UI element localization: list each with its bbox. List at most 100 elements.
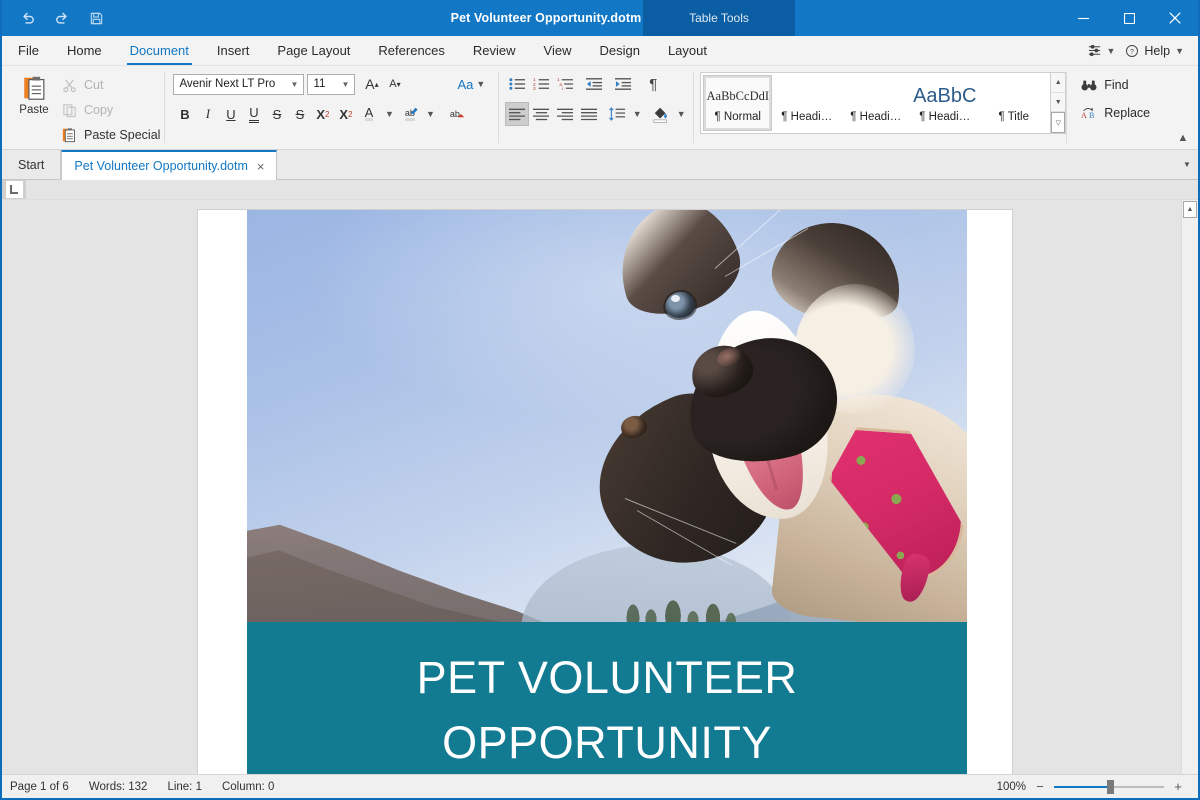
styles-gallery[interactable]: AaBbCcDdI ¶ Normal ¶ Headi… ¶ Headi… AaB… xyxy=(700,72,1051,134)
tab-stop-selector[interactable] xyxy=(2,180,26,199)
undo-icon[interactable] xyxy=(16,6,40,30)
highlight-button[interactable]: ab xyxy=(398,103,421,126)
style-item-title[interactable]: ¶ Title xyxy=(979,75,1048,131)
tab-document[interactable]: Document xyxy=(116,36,203,65)
font-name-combobox[interactable]: Avenir Next LT Pro ▼ xyxy=(173,74,304,95)
double-underline-button[interactable]: U xyxy=(242,103,265,126)
tab-file[interactable]: File xyxy=(2,36,53,65)
tab-design[interactable]: Design xyxy=(585,36,653,65)
collapse-ribbon-button[interactable]: ▲ xyxy=(1174,130,1192,146)
ribbon-display-options-button[interactable]: ▼ xyxy=(1083,43,1119,58)
cut-button[interactable]: Cut xyxy=(58,74,164,96)
tab-references[interactable]: References xyxy=(364,36,458,65)
justify-button[interactable] xyxy=(577,102,601,126)
chevron-down-icon: ▼ xyxy=(1183,160,1191,169)
style-item-normal[interactable]: AaBbCcDdI ¶ Normal xyxy=(703,75,772,131)
bold-button[interactable]: B xyxy=(173,103,196,126)
shrink-font-button[interactable]: A▾ xyxy=(383,73,406,96)
tab-insert[interactable]: Insert xyxy=(203,36,264,65)
tab-page-layout[interactable]: Page Layout xyxy=(263,36,364,65)
document-tabs-overflow-button[interactable]: ▼ xyxy=(1176,150,1198,179)
superscript-label: X xyxy=(316,107,325,122)
bold-label: B xyxy=(180,107,189,122)
styles-more-icon[interactable]: ▽ xyxy=(1051,112,1065,133)
tab-open-document[interactable]: Pet Volunteer Opportunity.dotm × xyxy=(61,150,277,180)
align-left-button[interactable] xyxy=(505,102,529,126)
tab-review[interactable]: Review xyxy=(459,36,530,65)
clear-formatting-button[interactable]: ab xyxy=(443,103,466,126)
zoom-out-button[interactable]: − xyxy=(1034,779,1046,794)
close-icon[interactable]: × xyxy=(257,160,265,173)
zoom-slider[interactable] xyxy=(1054,780,1164,794)
underline-button[interactable]: U xyxy=(219,103,242,126)
grow-font-button[interactable]: A▴ xyxy=(360,73,383,96)
paste-special-button[interactable]: Paste Special xyxy=(58,124,164,146)
line-spacing-dropdown[interactable]: ▼ xyxy=(629,102,645,126)
shading-button[interactable] xyxy=(649,102,673,126)
increase-indent-icon xyxy=(615,77,632,91)
zoom-in-button[interactable]: + xyxy=(1172,779,1184,794)
multilevel-list-button[interactable]: 1ai xyxy=(553,72,577,96)
copy-button[interactable]: Copy xyxy=(58,99,164,121)
line-spacing-button[interactable] xyxy=(605,102,629,126)
tab-view[interactable]: View xyxy=(530,36,586,65)
align-right-button[interactable] xyxy=(553,102,577,126)
styles-scroll-up-icon[interactable]: ▲ xyxy=(1051,73,1065,93)
redo-icon[interactable] xyxy=(50,6,74,30)
highlight-dropdown[interactable]: ▼ xyxy=(421,103,439,126)
help-button[interactable]: ? Help ▼ xyxy=(1123,44,1186,58)
quick-access-toolbar xyxy=(2,0,108,36)
increase-indent-button[interactable] xyxy=(611,72,635,96)
zoom-slider-thumb[interactable] xyxy=(1107,780,1114,794)
close-button[interactable] xyxy=(1152,0,1198,36)
change-case-button[interactable]: Aa ▼ xyxy=(452,77,490,92)
application-window: Pet Volunteer Opportunity.dotm - File Vi… xyxy=(0,0,1200,800)
superscript-button[interactable]: X2 xyxy=(311,103,334,126)
style-item-heading-2[interactable]: ¶ Headi… xyxy=(841,75,910,131)
scrollbar-track[interactable] xyxy=(1182,219,1198,774)
help-label: Help xyxy=(1144,44,1170,58)
style-label: ¶ Headi… xyxy=(781,111,832,123)
double-strikethrough-button[interactable]: S xyxy=(288,103,311,126)
font-color-button[interactable]: A xyxy=(357,103,380,126)
status-page: Page 1 of 6 xyxy=(10,781,69,793)
justify-icon xyxy=(581,108,598,121)
style-label: ¶ Headi… xyxy=(850,111,901,123)
font-color-dropdown[interactable]: ▼ xyxy=(380,103,398,126)
tab-home[interactable]: Home xyxy=(53,36,116,65)
tab-layout[interactable]: Layout xyxy=(654,36,721,65)
align-center-button[interactable] xyxy=(529,102,553,126)
scroll-up-button[interactable]: ▲ xyxy=(1183,201,1197,218)
save-icon[interactable] xyxy=(84,6,108,30)
document-page[interactable]: PET VOLUNTEER OPPORTUNITY xyxy=(198,210,1012,774)
vertical-scrollbar[interactable]: ▲ xyxy=(1181,200,1198,774)
bullets-button[interactable] xyxy=(505,72,529,96)
subscript-label: X xyxy=(339,107,348,122)
document-canvas[interactable]: PET VOLUNTEER OPPORTUNITY xyxy=(2,200,1181,774)
ruler-bar xyxy=(2,180,1198,200)
decrease-indent-button[interactable] xyxy=(582,72,606,96)
clipboard-commands: Cut Copy xyxy=(58,69,164,146)
replace-button[interactable]: A B Replace xyxy=(1077,102,1154,124)
font-row-top: Avenir Next LT Pro ▼ 11 ▼ A▴ A▾ Aa ▼ xyxy=(173,72,490,96)
minimize-button[interactable] xyxy=(1060,0,1106,36)
tab-start[interactable]: Start xyxy=(2,150,61,179)
chevron-down-icon: ▼ xyxy=(339,80,353,89)
font-size-combobox[interactable]: 11 ▼ xyxy=(307,74,355,95)
styles-scroll-down-icon[interactable]: ▼ xyxy=(1051,93,1065,113)
paste-button[interactable]: Paste xyxy=(10,69,58,116)
strikethrough-button[interactable]: S xyxy=(265,103,288,126)
italic-button[interactable]: I xyxy=(196,103,219,126)
maximize-button[interactable] xyxy=(1106,0,1152,36)
numbering-button[interactable]: 123 xyxy=(529,72,553,96)
style-item-heading-1[interactable]: ¶ Headi… xyxy=(772,75,841,131)
underline-label: U xyxy=(226,107,235,122)
show-formatting-marks-button[interactable]: ¶ xyxy=(641,72,665,96)
shading-dropdown[interactable]: ▼ xyxy=(673,102,689,126)
contextual-tab-table-tools[interactable]: Table Tools xyxy=(643,0,795,36)
subscript-button[interactable]: X2 xyxy=(334,103,357,126)
styles-gallery-scroll[interactable]: ▲ ▼ ▽ xyxy=(1051,72,1066,134)
find-button[interactable]: Find xyxy=(1077,74,1154,96)
style-item-heading-3[interactable]: AaBbC ¶ Headi… xyxy=(910,75,979,131)
document-title-banner[interactable]: PET VOLUNTEER OPPORTUNITY xyxy=(247,622,967,774)
